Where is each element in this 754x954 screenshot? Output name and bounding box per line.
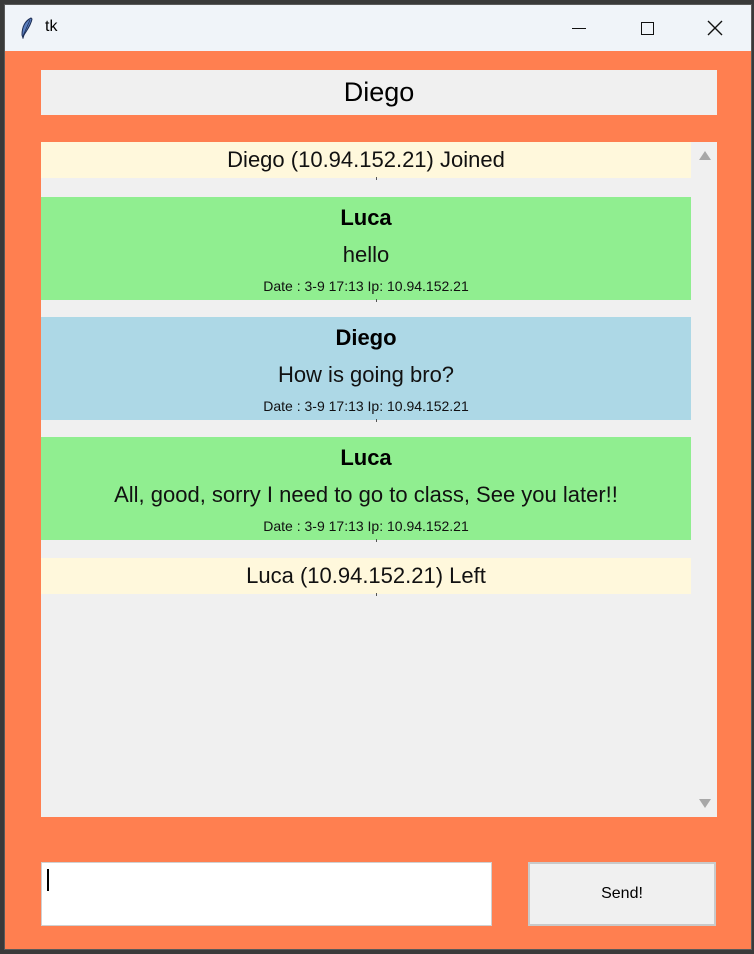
message-bubble: Diego How is going bro? Date : 3-9 17:13… bbox=[41, 317, 691, 422]
feather-icon bbox=[21, 17, 33, 39]
leave-notice: Luca (10.94.152.21) Left bbox=[41, 558, 691, 596]
message-text: hello bbox=[342, 242, 390, 267]
message-meta: Date : 3-9 17:13 Ip: 10.94.152.21 bbox=[263, 518, 469, 534]
vertical-scrollbar[interactable] bbox=[691, 142, 717, 817]
message-text: All, good, sorry I need to go to class, … bbox=[114, 482, 618, 507]
message-text: How is going bro? bbox=[277, 362, 455, 387]
chat-history[interactable]: Diego (10.94.152.21) Joined Luca hello D… bbox=[41, 142, 717, 817]
notice-text: Diego (10.94.152.21) Joined bbox=[227, 147, 505, 172]
message-meta: Date : 3-9 17:13 Ip: 10.94.152.21 bbox=[263, 398, 469, 414]
window-title: tk bbox=[45, 18, 58, 35]
close-button[interactable] bbox=[681, 5, 749, 51]
notice-text: Luca (10.94.152.21) Left bbox=[246, 563, 486, 588]
message-sender: Luca bbox=[340, 205, 392, 230]
separator-mark bbox=[376, 593, 377, 596]
message-input[interactable] bbox=[41, 862, 492, 926]
send-button[interactable]: Send! bbox=[528, 862, 716, 926]
maximize-button[interactable] bbox=[613, 5, 681, 51]
join-notice: Diego (10.94.152.21) Joined bbox=[41, 142, 691, 180]
message-bubble: Luca All, good, sorry I need to go to cl… bbox=[41, 437, 691, 542]
message-sender: Luca bbox=[340, 445, 392, 470]
scroll-down-icon[interactable] bbox=[699, 799, 711, 808]
message-sender: Diego bbox=[335, 325, 397, 350]
minimize-button[interactable] bbox=[545, 5, 613, 51]
scroll-up-icon[interactable] bbox=[699, 151, 711, 160]
maximize-icon bbox=[640, 21, 654, 35]
separator-mark bbox=[376, 539, 377, 542]
text-cursor bbox=[47, 869, 49, 891]
minimize-icon bbox=[572, 27, 586, 29]
title-bar[interactable]: tk bbox=[5, 5, 751, 51]
separator-mark bbox=[376, 177, 377, 180]
username-header: Diego bbox=[41, 70, 717, 115]
close-icon bbox=[707, 20, 723, 36]
separator-mark bbox=[376, 419, 377, 422]
separator-mark bbox=[376, 299, 377, 302]
message-bubble: Luca hello Date : 3-9 17:13 Ip: 10.94.15… bbox=[41, 197, 691, 302]
app-window: tk Diego Diego (10.94.152.21) Joined Luc… bbox=[4, 4, 752, 950]
message-meta: Date : 3-9 17:13 Ip: 10.94.152.21 bbox=[263, 278, 469, 294]
